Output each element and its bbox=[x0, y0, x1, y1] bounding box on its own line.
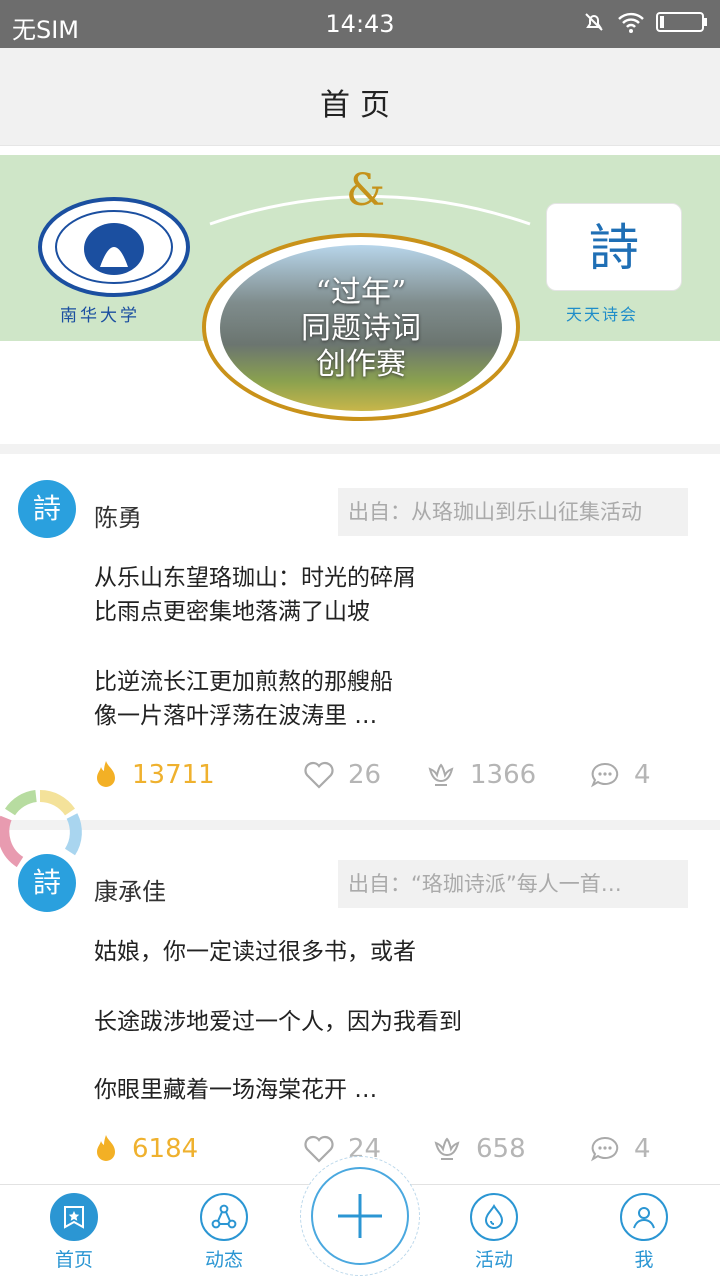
poetry-club-logo: 詩 bbox=[546, 203, 682, 291]
loading-spinner-icon bbox=[0, 789, 82, 868]
poem-line: 长途跋涉地爱过一个人，因为我看到 bbox=[94, 1009, 462, 1035]
compose-button[interactable] bbox=[300, 1156, 420, 1276]
flower-count: 658 bbox=[476, 1134, 526, 1164]
flower-button[interactable]: 1366 bbox=[426, 760, 536, 790]
flower-icon bbox=[434, 1137, 460, 1160]
tab-label: 首页 bbox=[54, 1249, 93, 1271]
comment-count: 4 bbox=[634, 1134, 651, 1164]
poem-line: 你眼里藏着一场海棠花开 … bbox=[94, 1077, 378, 1103]
avatar[interactable]: 詩 bbox=[18, 480, 76, 538]
comment-icon bbox=[590, 1136, 619, 1162]
contest-title-2: 同题诗词 bbox=[301, 311, 421, 346]
flame-icon bbox=[97, 761, 115, 787]
nav-bar: 首页 bbox=[0, 48, 720, 146]
hot-value: 6184 bbox=[132, 1134, 199, 1164]
tab-activity[interactable]: 活动 bbox=[444, 1193, 544, 1272]
hot-value: 13711 bbox=[132, 760, 215, 790]
mute-bell-icon bbox=[585, 13, 603, 31]
hot-count: 13711 bbox=[94, 760, 215, 790]
poetry-club-name: 天天诗会 bbox=[566, 305, 639, 324]
hot-count: 6184 bbox=[94, 1134, 198, 1164]
contest-badge: “过年” 同题诗词 创作赛 bbox=[202, 233, 520, 421]
tab-label: 动态 bbox=[204, 1249, 243, 1271]
poem-line: 比逆流长江更加煎熬的那艘船 bbox=[94, 669, 393, 695]
poetry-logo-char: 詩 bbox=[589, 219, 639, 277]
plus-icon bbox=[311, 1167, 409, 1265]
poem-card[interactable]: 詩 康承佳 出自：“珞珈诗派”每人一首… 姑娘，你一定读过很多书，或者 长途跋涉… bbox=[0, 830, 720, 1184]
comment-button[interactable]: 4 bbox=[590, 760, 651, 790]
page-title: 首页 bbox=[320, 88, 400, 123]
tab-me[interactable]: 我 bbox=[594, 1193, 694, 1272]
status-bar: 无SIM 14:43 bbox=[0, 0, 720, 48]
poem-line: 从乐山东望珞珈山：时光的碎屑 bbox=[94, 565, 416, 591]
user-icon bbox=[620, 1193, 668, 1241]
battery-icon bbox=[656, 12, 707, 32]
like-count: 26 bbox=[348, 760, 382, 790]
author-name[interactable]: 陈勇 bbox=[94, 498, 142, 533]
poem-line: 姑娘，你一定读过很多书，或者 bbox=[94, 939, 416, 965]
like-button[interactable]: 26 bbox=[304, 760, 381, 790]
university-logo-icon bbox=[38, 197, 190, 297]
university-name: 南华大学 bbox=[60, 306, 140, 326]
tab-label: 我 bbox=[634, 1249, 654, 1271]
status-icons bbox=[582, 10, 708, 34]
poem-line: 比雨点更密集地落满了山坡 bbox=[94, 599, 370, 625]
source-tag[interactable]: 出自：从珞珈山到乐山征集活动 bbox=[338, 488, 688, 536]
flame-icon bbox=[97, 1135, 115, 1161]
comment-button[interactable]: 4 bbox=[590, 1134, 651, 1164]
ampersand-mark: & bbox=[346, 165, 386, 216]
share-nodes-icon bbox=[200, 1193, 248, 1241]
source-tag[interactable]: 出自：“珞珈诗派”每人一首… bbox=[338, 860, 688, 908]
contest-title-3: 创作赛 bbox=[316, 347, 406, 382]
event-banner[interactable]: 南华大学 & “过年” 同题诗词 创作赛 詩 天天诗会 bbox=[0, 155, 720, 442]
author-name[interactable]: 康承佳 bbox=[94, 872, 166, 907]
comment-icon bbox=[590, 762, 619, 788]
tab-label: 活动 bbox=[474, 1249, 513, 1271]
flower-count: 1366 bbox=[470, 760, 537, 790]
heart-icon bbox=[304, 1135, 334, 1163]
home-star-icon bbox=[50, 1193, 98, 1241]
poem-line: 像一片落叶浮荡在波涛里 … bbox=[94, 703, 378, 729]
heart-icon bbox=[304, 761, 334, 789]
section-divider bbox=[0, 820, 720, 830]
flower-icon bbox=[428, 763, 454, 786]
tab-home[interactable]: 首页 bbox=[24, 1193, 124, 1272]
flower-button[interactable]: 658 bbox=[432, 1134, 526, 1164]
contest-title-1: “过年” bbox=[315, 275, 407, 310]
poem-card[interactable]: 詩 陈勇 出自：从珞珈山到乐山征集活动 从乐山东望珞珈山：时光的碎屑 比雨点更密… bbox=[0, 454, 720, 820]
wifi-icon bbox=[618, 12, 644, 33]
section-divider bbox=[0, 444, 720, 454]
tab-feed[interactable]: 动态 bbox=[174, 1193, 274, 1272]
comment-count: 4 bbox=[634, 760, 651, 790]
droplet-icon bbox=[470, 1193, 518, 1241]
